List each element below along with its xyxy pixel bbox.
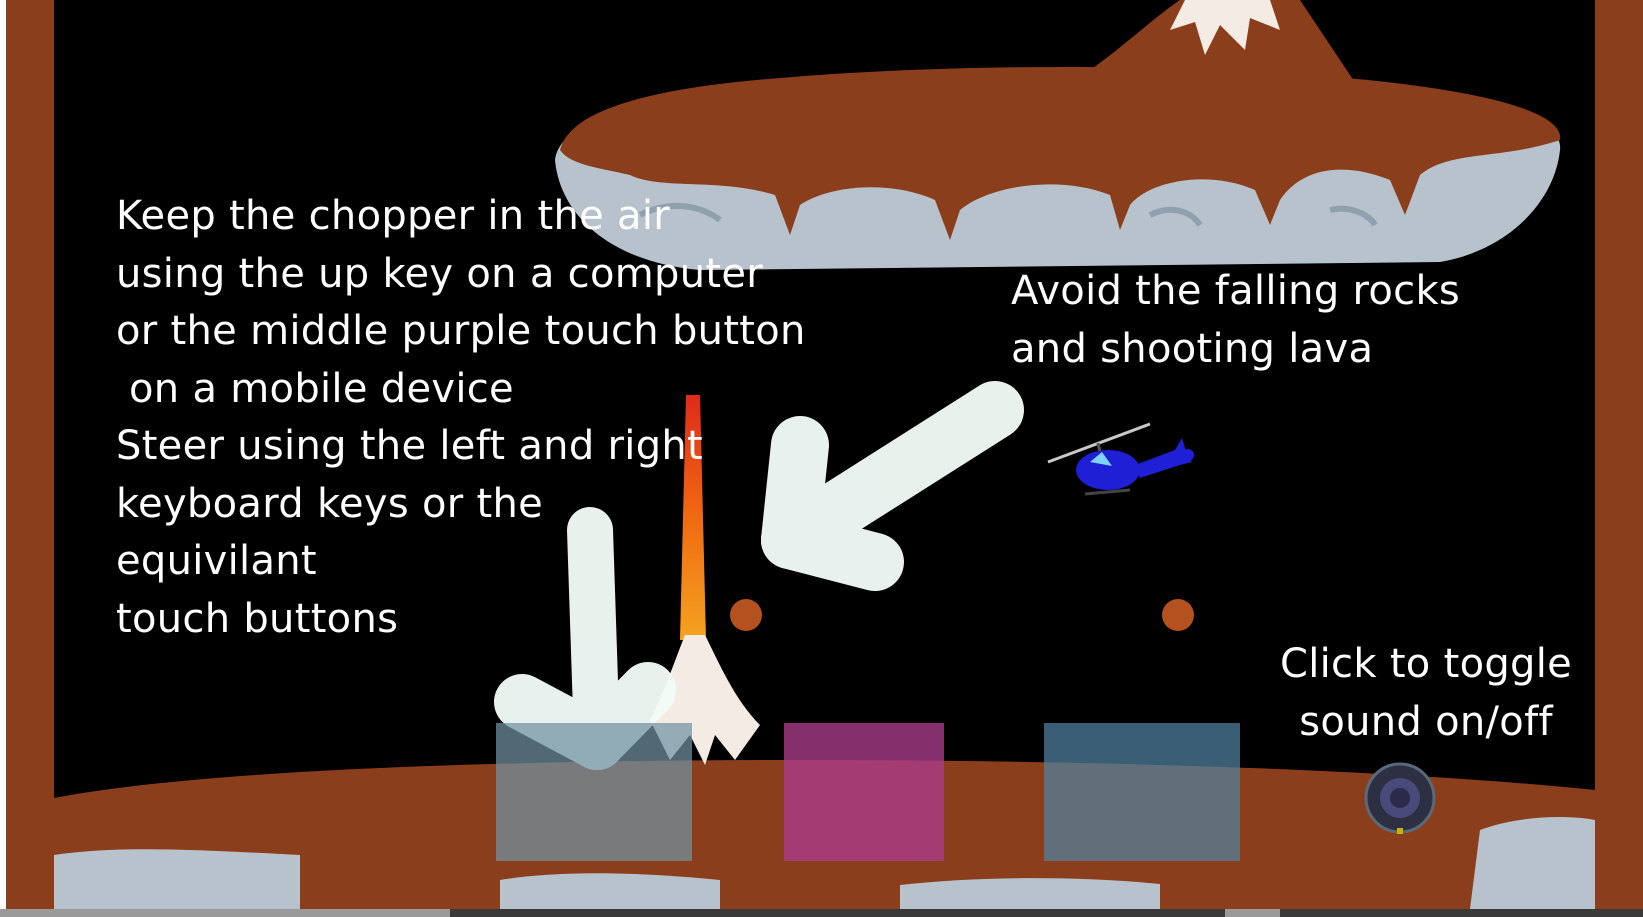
controls-instructions: Keep the chopper in the air using the up… [116,193,806,642]
sound-toggle-button[interactable] [1362,760,1438,836]
right-wall [1595,0,1643,909]
game-canvas[interactable]: Keep the chopper in the air using the up… [0,0,1643,917]
falling-rock [1162,599,1194,631]
touch-button-right[interactable] [1044,723,1240,861]
speaker-icon [1364,762,1436,834]
touch-button-up[interactable] [784,723,944,861]
hazards-instructions: Avoid the falling rocks and shooting lav… [1011,268,1461,372]
window-bottom-edge [0,909,1643,917]
touch-button-left[interactable] [496,723,692,861]
sound-toggle-hint: Click to toggle sound on/off [1280,641,1573,745]
left-wall [6,0,54,909]
